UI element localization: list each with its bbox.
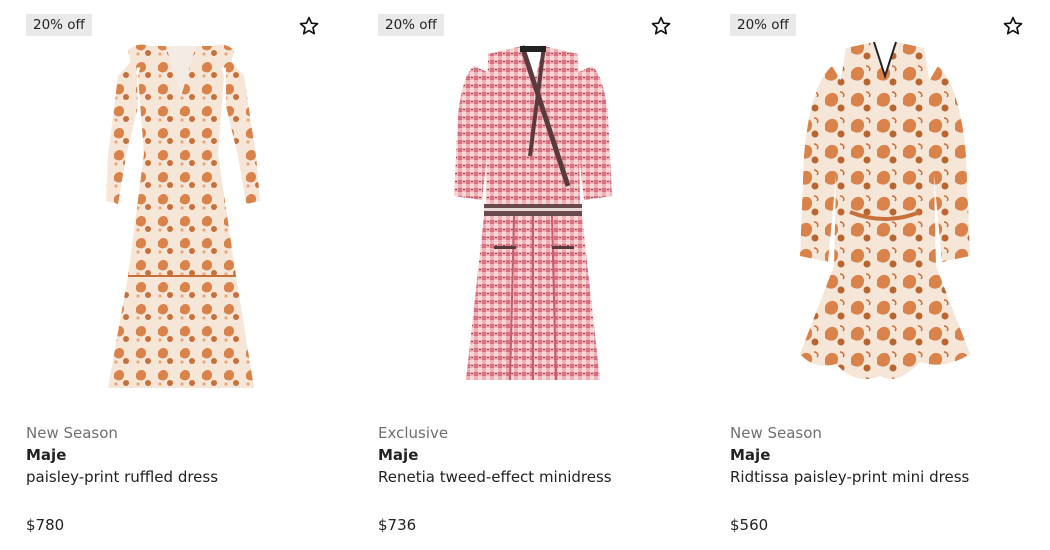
star-outline-icon[interactable] [296, 13, 322, 39]
product-grid: 20% off New Season Maje paisley-print ru… [0, 0, 1050, 550]
product-brand[interactable]: Maje [378, 446, 418, 464]
product-label: New Season [730, 424, 822, 442]
product-label: Exclusive [378, 424, 449, 442]
product-image[interactable] [66, 36, 296, 396]
product-price: $780 [26, 516, 65, 534]
product-image[interactable] [418, 36, 648, 396]
product-label: New Season [26, 424, 118, 442]
product-card[interactable]: 20% off [730, 0, 1050, 550]
product-card[interactable]: 20% off [26, 0, 356, 550]
discount-badge: 20% off [730, 14, 796, 36]
product-description[interactable]: paisley-print ruffled dress [26, 468, 218, 486]
discount-badge: 20% off [26, 14, 92, 36]
product-card[interactable]: 20% off [378, 0, 708, 550]
discount-badge: 20% off [378, 14, 444, 36]
product-image[interactable] [770, 36, 1000, 396]
product-brand[interactable]: Maje [26, 446, 66, 464]
product-description[interactable]: Renetia tweed-effect minidress [378, 468, 612, 486]
product-description[interactable]: Ridtissa paisley-print mini dress [730, 468, 969, 486]
product-brand[interactable]: Maje [730, 446, 770, 464]
star-outline-icon[interactable] [648, 13, 674, 39]
product-price: $560 [730, 516, 769, 534]
star-outline-icon[interactable] [1000, 13, 1026, 39]
product-price: $736 [378, 516, 417, 534]
